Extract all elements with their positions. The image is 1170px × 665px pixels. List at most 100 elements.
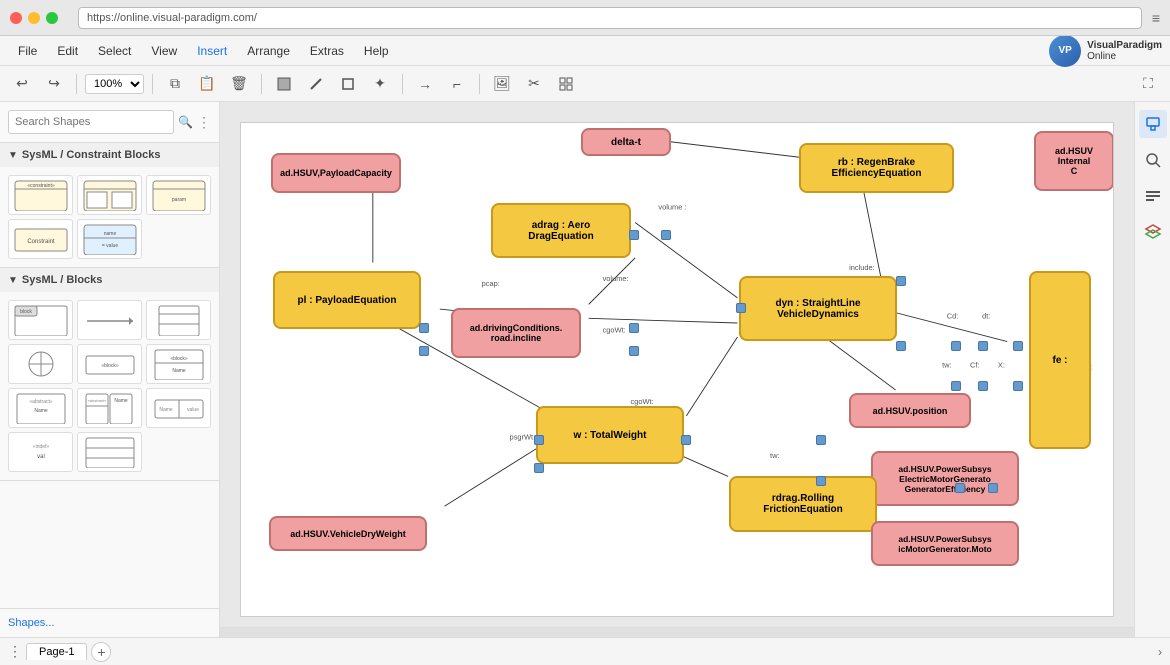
fill-button[interactable] [270, 72, 298, 96]
menu-extras[interactable]: Extras [300, 40, 354, 62]
shape-item[interactable]: «block» [77, 344, 142, 384]
shape-item[interactable]: block [8, 300, 73, 340]
menu-file[interactable]: File [8, 40, 47, 62]
shapes-link[interactable]: Shapes... [0, 608, 219, 637]
shape-item[interactable] [77, 300, 142, 340]
menu-edit[interactable]: Edit [47, 40, 88, 62]
bottombar: ⋮ Page-1 + › [0, 637, 1170, 665]
sidebar-section-header-blocks[interactable]: ▼ SysML / Blocks [0, 268, 219, 292]
shape-item[interactable]: «abstract»Name [8, 388, 73, 428]
node-delta-t[interactable]: delta-t [581, 128, 671, 156]
close-button[interactable] [10, 12, 22, 24]
svg-text:«abstract»: «abstract» [29, 399, 53, 405]
paste-button[interactable]: 📋 [193, 72, 221, 96]
port-16 [978, 381, 988, 391]
node-addriving[interactable]: ad.drivingConditions.road.incline [451, 308, 581, 358]
menu-help[interactable]: Help [354, 40, 399, 62]
port-22 [534, 463, 544, 473]
search-right-button[interactable] [1139, 146, 1167, 174]
shape-item[interactable] [77, 175, 142, 215]
layers-button[interactable] [1139, 218, 1167, 246]
port-21 [534, 435, 544, 445]
shape-item[interactable]: «abstract»Name [77, 388, 142, 428]
search-input[interactable] [8, 110, 174, 134]
search-icon[interactable]: 🔍 [178, 115, 193, 129]
redo-button[interactable]: ↪ [40, 72, 68, 96]
shape-item[interactable]: «indef» val [8, 432, 73, 472]
sidebar-menu-icon[interactable]: ⋮ [197, 114, 211, 131]
hamburger-icon[interactable]: ≡ [1152, 10, 1160, 26]
toolbar-separator-3 [261, 74, 262, 94]
node-adhsuv-dry[interactable]: ad.HSUV.VehicleDryWeight [269, 516, 427, 551]
grid-button[interactable] [552, 72, 580, 96]
node-adhsuv-pos[interactable]: ad.HSUV.position [849, 393, 971, 428]
svg-text:dt:: dt: [982, 311, 990, 320]
svg-text:«constraint»: «constraint» [27, 183, 54, 189]
horizontal-scrollbar[interactable] [220, 627, 1134, 637]
port-9 [896, 341, 906, 351]
arrow-button[interactable]: → [411, 72, 439, 96]
svg-text:X:: X: [998, 361, 1005, 370]
bottom-right-arrow[interactable]: › [1158, 645, 1162, 659]
menu-select[interactable]: Select [88, 40, 141, 62]
url-text: https://online.visual-paradigm.com/ [87, 12, 257, 24]
svg-text:cgoWt:: cgoWt: [603, 325, 626, 334]
shape-item[interactable] [8, 344, 73, 384]
node-rb-regen[interactable]: rb : RegenBrakeEfficiencyEquation [799, 143, 954, 193]
node-adhsuv-internal[interactable]: ad.HSUVInternalC [1034, 131, 1114, 191]
page-tab-1[interactable]: Page-1 [26, 643, 87, 660]
node-rdrag-rolling[interactable]: rdrag.RollingFrictionEquation [729, 476, 877, 532]
node-adrag-aero[interactable]: adrag : AeroDragEquation [491, 203, 631, 258]
connector-button[interactable]: ⌐ [443, 72, 471, 96]
canvas-area[interactable]: include: volume : pcap: volume: psgrtWt:… [220, 102, 1134, 637]
main-layout: 🔍 ⋮ ▼ SysML / Constraint Blocks «constra… [0, 102, 1170, 637]
svg-text:name: name [103, 231, 116, 237]
menu-view[interactable]: View [141, 40, 187, 62]
port-6 [629, 346, 639, 356]
shape-button[interactable] [334, 72, 362, 96]
logo-area: VP VisualParadigm Online [1049, 35, 1162, 67]
fullscreen-button[interactable]: ⛶ [1134, 72, 1162, 96]
menu-insert[interactable]: Insert [187, 40, 237, 62]
sidebar: 🔍 ⋮ ▼ SysML / Constraint Blocks «constra… [0, 102, 220, 637]
svg-text:cgoWt:: cgoWt: [630, 397, 653, 406]
shape-item[interactable] [146, 300, 211, 340]
shape-item[interactable]: Constraint [8, 219, 73, 259]
url-bar[interactable]: https://online.visual-paradigm.com/ [78, 7, 1142, 29]
crop-button[interactable]: ✂ [520, 72, 548, 96]
port-3 [629, 323, 639, 333]
sidebar-section-header-constraint[interactable]: ▼ SysML / Constraint Blocks [0, 143, 219, 167]
line-color-button[interactable] [302, 72, 330, 96]
port-2 [629, 230, 639, 240]
node-dyn-straight[interactable]: dyn : StraightLineVehicleDynamics [739, 276, 897, 341]
svg-text:Cf:: Cf: [970, 361, 980, 370]
shape-item[interactable] [77, 432, 142, 472]
star-button[interactable]: ✦ [366, 72, 394, 96]
node-adhsuv-payload[interactable]: ad.HSUV,PayloadCapacity [271, 153, 401, 193]
shape-item[interactable]: «constraint» [8, 175, 73, 215]
shape-item[interactable]: name= value [77, 219, 142, 259]
node-fe[interactable]: fe : [1029, 271, 1091, 449]
shape-item[interactable]: Name value [146, 388, 211, 428]
image-button[interactable]: 🖼 [488, 72, 516, 96]
shape-item[interactable]: param [146, 175, 211, 215]
panel-button[interactable] [1139, 182, 1167, 210]
search-bar: 🔍 ⋮ [0, 102, 219, 143]
port-11 [978, 341, 988, 351]
node-w-total[interactable]: w : TotalWeight [536, 406, 684, 464]
add-page-button[interactable]: + [91, 642, 111, 662]
maximize-button[interactable] [46, 12, 58, 24]
shape-item[interactable]: «block»Name [146, 344, 211, 384]
node-adhsuv-power2[interactable]: ad.HSUV.PowerSubsysicMotorGenerator.Moto [871, 521, 1019, 566]
delete-button[interactable]: 🗑 [225, 72, 253, 96]
undo-button[interactable]: ↩ [8, 72, 36, 96]
node-adhsuv-power[interactable]: ad.HSUV.PowerSubsysElectricMotorGenerato… [871, 451, 1019, 506]
port-4 [419, 323, 429, 333]
copy-button[interactable]: ⧉ [161, 72, 189, 96]
zoom-select[interactable]: 100% 75% 150% [85, 74, 144, 94]
paint-button[interactable] [1139, 110, 1167, 138]
minimize-button[interactable] [28, 12, 40, 24]
menu-arrange[interactable]: Arrange [237, 40, 300, 62]
node-pl-payload[interactable]: pl : PayloadEquation [273, 271, 421, 329]
page-dots[interactable]: ⋮ [8, 643, 22, 660]
